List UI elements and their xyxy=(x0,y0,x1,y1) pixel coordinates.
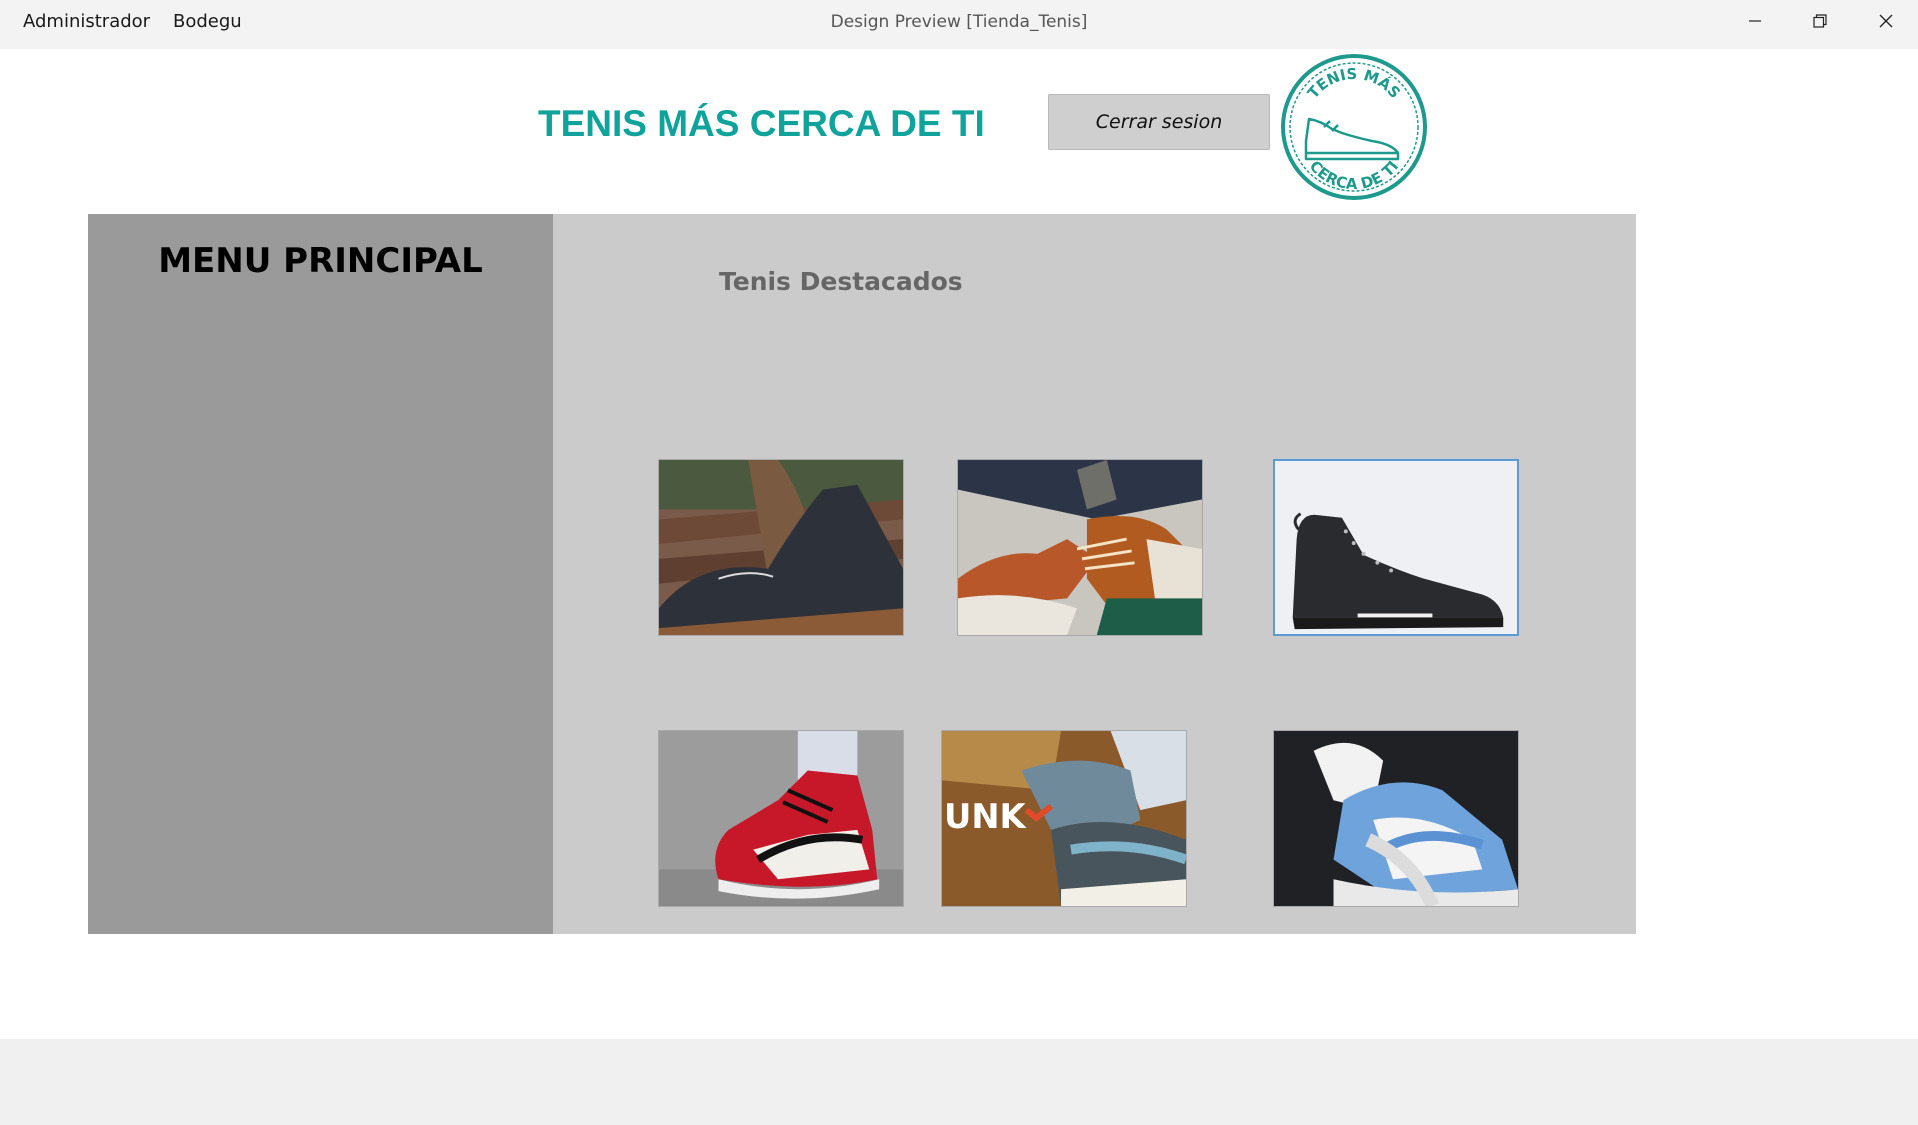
svg-text:TENIS MÁS: TENIS MÁS xyxy=(1304,65,1404,102)
svg-text:UNK: UNK xyxy=(944,797,1028,836)
sneaker-icon xyxy=(1304,117,1400,161)
window-title: Design Preview [Tienda_Tenis] xyxy=(830,12,1088,32)
menu-administrador[interactable]: Administrador xyxy=(23,11,150,32)
featured-panel: Tenis Destacados UNK xyxy=(553,214,1636,934)
form-canvas: TENIS MÁS CERCA DE TI Cerrar sesion TENI… xyxy=(0,49,1918,1039)
restore-button[interactable] xyxy=(1789,0,1851,42)
product-tile-4[interactable] xyxy=(658,730,904,907)
title-bar: Administrador Bodegu Design Preview [Tie… xyxy=(0,0,1918,49)
blue-dunk-photo xyxy=(1274,731,1518,906)
status-area xyxy=(0,1039,1918,1125)
sidebar: MENU PRINCIPAL xyxy=(88,214,553,934)
red-jordan-photo xyxy=(659,731,903,906)
restore-icon xyxy=(1813,14,1827,28)
store-logo-stamp: TENIS MÁS CERCA DE TI xyxy=(1281,54,1427,200)
product-tile-3[interactable] xyxy=(1273,459,1519,636)
dark-canvas-shoe-photo xyxy=(659,460,903,635)
product-tile-2[interactable] xyxy=(957,459,1203,636)
minimize-button[interactable] xyxy=(1724,0,1786,42)
featured-title: Tenis Destacados xyxy=(719,267,963,296)
black-high-top-photo xyxy=(1275,461,1517,634)
product-tile-6[interactable] xyxy=(1273,730,1519,907)
sidebar-title: MENU PRINCIPAL xyxy=(158,241,483,281)
nike-dunk-photo: UNK xyxy=(942,731,1186,906)
logout-button[interactable]: Cerrar sesion xyxy=(1048,94,1270,150)
product-tile-1[interactable] xyxy=(658,459,904,636)
product-tile-5[interactable]: UNK xyxy=(941,730,1187,907)
close-icon xyxy=(1879,14,1893,28)
menu-bodegu[interactable]: Bodegu xyxy=(173,11,242,32)
page-title: TENIS MÁS CERCA DE TI xyxy=(538,103,985,144)
minimize-icon xyxy=(1749,20,1761,22)
close-button[interactable] xyxy=(1855,0,1917,42)
orange-green-sneaker-photo xyxy=(958,460,1202,635)
